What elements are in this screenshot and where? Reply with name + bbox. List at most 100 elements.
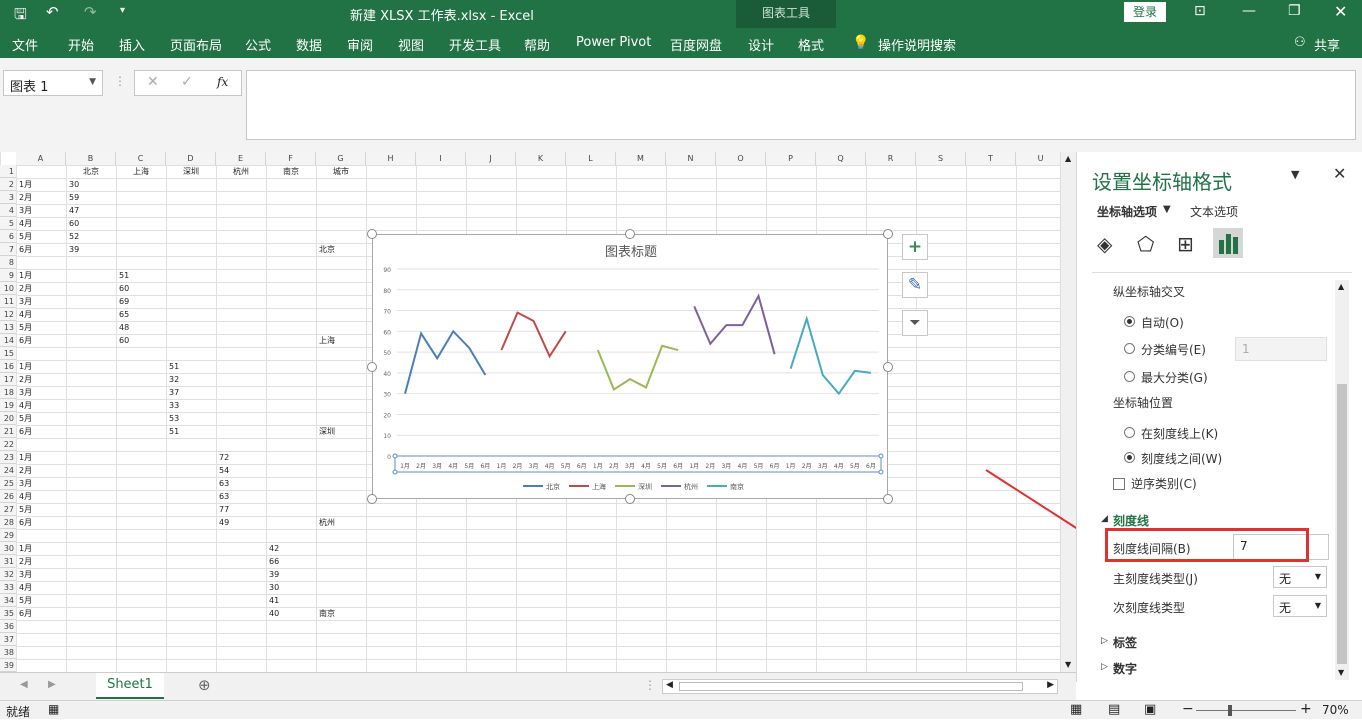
effects-pentagon-icon[interactable]: ⬠ — [1137, 232, 1154, 256]
cell[interactable]: 40 — [269, 607, 313, 620]
cell[interactable]: 69 — [119, 295, 163, 308]
cell[interactable]: 4月 — [19, 490, 63, 503]
page-layout-view-icon[interactable]: ▤ — [1108, 702, 1120, 717]
column-header[interactable]: U — [1016, 152, 1060, 165]
cell[interactable]: 1月 — [19, 360, 63, 373]
row-header[interactable]: 20 — [0, 412, 16, 425]
cell[interactable]: 33 — [169, 399, 213, 412]
chevron-down-icon[interactable]: ▼ — [89, 77, 96, 87]
cell[interactable]: 32 — [169, 373, 213, 386]
chart-handle-tr[interactable] — [883, 229, 893, 239]
row-header[interactable]: 8 — [0, 256, 16, 269]
page-break-view-icon[interactable]: ▣ — [1144, 702, 1156, 717]
column-header[interactable]: O — [716, 152, 766, 165]
cell[interactable]: 1月 — [19, 451, 63, 464]
axis-options-chevron-icon[interactable]: ▼ — [1163, 204, 1171, 215]
chart-filter-funnel-icon[interactable]: ⏷ — [902, 310, 928, 336]
radio-between-ticks[interactable] — [1124, 452, 1135, 463]
row-header[interactable]: 15 — [0, 347, 16, 360]
cell[interactable]: 60 — [69, 217, 113, 230]
row-header[interactable]: 28 — [0, 516, 16, 529]
share-button[interactable]: 共享 — [1314, 35, 1340, 54]
cell[interactable]: 5月 — [19, 594, 63, 607]
cell[interactable]: 51 — [169, 360, 213, 373]
column-header[interactable]: D — [166, 152, 216, 165]
cell[interactable]: 63 — [219, 490, 263, 503]
axis-options-icon[interactable] — [1213, 228, 1243, 258]
row-header[interactable]: 6 — [0, 230, 16, 243]
radio-auto-label[interactable]: 自动(O) — [1141, 314, 1184, 331]
row-header[interactable]: 1 — [0, 165, 16, 178]
tab-power-pivot[interactable]: Power Pivot — [576, 35, 651, 50]
scroll-up-icon[interactable]: ▲ — [1065, 154, 1071, 163]
row-header[interactable]: 13 — [0, 321, 16, 334]
cell[interactable]: 杭州 — [319, 516, 363, 529]
vertical-scrollbar[interactable]: ▲ ▼ — [1060, 152, 1076, 672]
tab-data[interactable]: 数据 — [296, 35, 322, 54]
cell[interactable]: 南京 — [269, 165, 313, 178]
tab-help[interactable]: 帮助 — [524, 35, 550, 54]
tab-formulas[interactable]: 公式 — [245, 35, 271, 54]
cell[interactable]: 1月 — [19, 542, 63, 555]
major-tick-dropdown[interactable]: 无 ▼ — [1273, 566, 1327, 588]
cancel-icon[interactable]: ✕ — [147, 74, 159, 90]
tab-axis-options[interactable]: 坐标轴选项 — [1097, 203, 1157, 220]
number-section[interactable]: 数字 — [1113, 660, 1137, 677]
tab-developer[interactable]: 开发工具 — [449, 35, 501, 54]
column-header[interactable]: A — [16, 152, 66, 165]
row-header[interactable]: 39 — [0, 659, 16, 672]
cell[interactable]: 37 — [169, 386, 213, 399]
cell[interactable]: 深圳 — [169, 165, 213, 178]
radio-max-category[interactable] — [1124, 371, 1135, 382]
chart-handle-mr[interactable] — [883, 362, 893, 372]
row-header[interactable]: 23 — [0, 451, 16, 464]
cell[interactable]: 30 — [69, 178, 113, 191]
zoom-level[interactable]: 70% — [1322, 703, 1349, 717]
column-header[interactable]: Q — [816, 152, 866, 165]
cell[interactable]: 60 — [119, 282, 163, 295]
collapse-triangle-icon[interactable]: ◢ — [1101, 514, 1108, 524]
column-header[interactable]: T — [966, 152, 1016, 165]
chart-handle-tl[interactable] — [367, 229, 377, 239]
cell[interactable]: 2月 — [19, 282, 63, 295]
tab-view[interactable]: 视图 — [398, 35, 424, 54]
cell[interactable]: 41 — [269, 594, 313, 607]
tab-format[interactable]: 格式 — [798, 35, 824, 54]
cell[interactable]: 77 — [219, 503, 263, 516]
reverse-checkbox[interactable] — [1113, 478, 1125, 490]
cell[interactable]: 杭州 — [219, 165, 263, 178]
scroll-down-icon[interactable]: ▼ — [1065, 660, 1071, 669]
row-header[interactable]: 31 — [0, 555, 16, 568]
cell[interactable]: 51 — [169, 425, 213, 438]
name-box[interactable]: 图表 1 ▼ — [3, 70, 103, 96]
tab-splitter-icon[interactable]: ⋮ — [644, 678, 656, 692]
cell[interactable]: 1月 — [19, 178, 63, 191]
cell[interactable]: 52 — [69, 230, 113, 243]
cell[interactable]: 6月 — [19, 516, 63, 529]
row-header[interactable]: 33 — [0, 581, 16, 594]
zoom-slider[interactable] — [1196, 710, 1296, 711]
row-header[interactable]: 29 — [0, 529, 16, 542]
row-header[interactable]: 34 — [0, 594, 16, 607]
cell[interactable]: 上海 — [319, 334, 363, 347]
row-header[interactable]: 2 — [0, 178, 16, 191]
row-header[interactable]: 18 — [0, 386, 16, 399]
scroll-down-icon[interactable]: ▼ — [1338, 668, 1344, 677]
chart-handle-bc[interactable] — [625, 494, 635, 504]
login-button[interactable]: 登录 — [1124, 2, 1166, 22]
ribbon-display-icon[interactable]: ⊡ — [1194, 3, 1206, 19]
minor-tick-dropdown[interactable]: 无 ▼ — [1273, 595, 1327, 617]
row-header[interactable]: 19 — [0, 399, 16, 412]
column-header[interactable]: B — [66, 152, 116, 165]
cell[interactable]: 39 — [269, 568, 313, 581]
cell[interactable]: 6月 — [19, 425, 63, 438]
column-header[interactable]: F — [266, 152, 316, 165]
cell[interactable]: 5月 — [19, 412, 63, 425]
row-header[interactable]: 32 — [0, 568, 16, 581]
line-chart[interactable]: 图表标题 0 10 20 30 40 50 60 70 80 90 1月 2月 3月 4月 5月 6月 1月 2月… — [372, 234, 888, 499]
cell[interactable]: 5月 — [19, 230, 63, 243]
column-header[interactable]: P — [766, 152, 816, 165]
radio-between-ticks-label[interactable]: 刻度线之间(W) — [1141, 450, 1222, 467]
fill-line-icon[interactable]: ◈ — [1097, 232, 1112, 256]
tick-marks-section[interactable]: 刻度线 — [1113, 512, 1149, 529]
